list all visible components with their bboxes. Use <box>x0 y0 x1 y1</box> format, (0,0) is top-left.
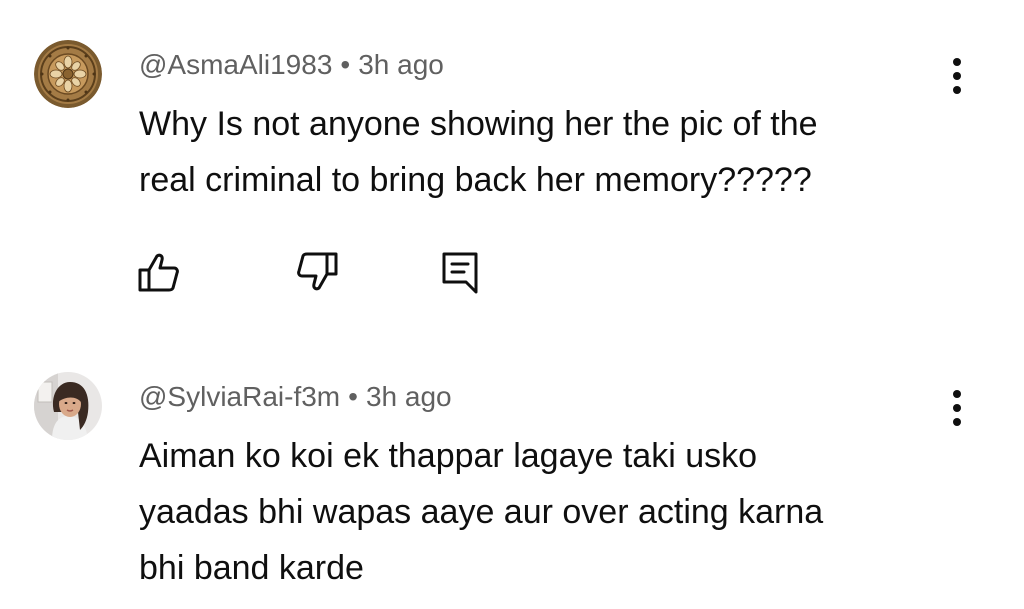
more-dot-icon <box>953 404 961 412</box>
reply-button[interactable] <box>436 248 484 296</box>
comment-text: Aiman ko koi ek thappar lagaye taki usko… <box>139 428 939 596</box>
like-icon <box>138 253 179 292</box>
more-dot-icon <box>953 58 961 66</box>
like-button[interactable] <box>134 248 182 296</box>
more-options-button[interactable] <box>940 386 974 430</box>
comment-meta: @SylviaRai-f3m • 3h ago <box>139 380 452 414</box>
more-dot-icon <box>953 86 961 94</box>
person-photo-avatar-icon <box>34 372 102 440</box>
comment-timestamp: 3h ago <box>365 381 452 412</box>
comment-text-line: Aiman ko koi ek thappar lagaye taki usko <box>139 437 758 475</box>
meta-separator: • <box>340 49 351 80</box>
comment-timestamp: 3h ago <box>358 49 444 80</box>
comment-actions <box>0 248 1024 298</box>
reply-icon <box>442 252 478 294</box>
avatar[interactable] <box>34 372 102 440</box>
avatar[interactable] <box>34 40 102 108</box>
more-dot-icon <box>953 72 961 80</box>
more-dot-icon <box>953 418 961 426</box>
comment-author-handle[interactable]: @AsmaAli1983 <box>139 49 332 80</box>
comment-text: Why Is not anyone showing her the pic of… <box>139 96 939 208</box>
ornamental-medallion-avatar-icon <box>34 40 102 108</box>
dislike-icon <box>297 252 338 291</box>
comment-author-handle[interactable]: @SylviaRai-f3m <box>139 381 340 412</box>
comment-text-line: bhi band karde <box>139 549 364 587</box>
comment-text-line: real criminal to bring back her memory??… <box>139 161 812 199</box>
comment-text-line: yaadas bhi wapas aaye aur over acting ka… <box>139 493 824 531</box>
more-dot-icon <box>953 390 961 398</box>
comment-text-line: Why Is not anyone showing her the pic of… <box>139 105 818 143</box>
dislike-button[interactable] <box>294 248 342 296</box>
meta-separator: • <box>348 381 358 412</box>
more-options-button[interactable] <box>940 54 974 98</box>
comment-meta: @AsmaAli1983 • 3h ago <box>139 48 444 82</box>
